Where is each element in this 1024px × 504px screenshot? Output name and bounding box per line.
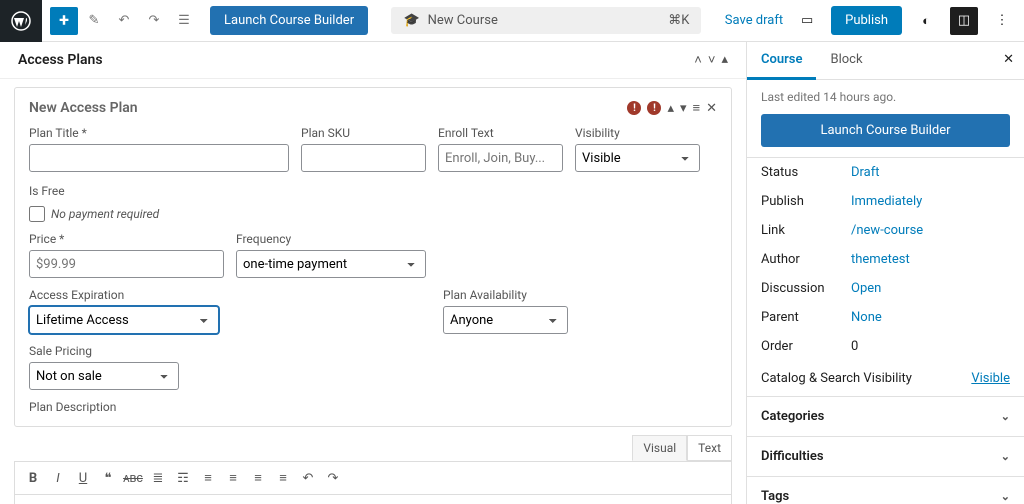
tab-course[interactable]: Course bbox=[747, 42, 816, 80]
close-sidebar-icon[interactable]: ✕ bbox=[993, 42, 1024, 79]
enroll-text-input[interactable] bbox=[438, 144, 563, 172]
chevron-down-icon: ⌄ bbox=[1001, 410, 1010, 423]
discussion-row[interactable]: DiscussionOpen bbox=[747, 274, 1024, 303]
publish-button[interactable]: Publish bbox=[831, 6, 902, 35]
save-draft-link[interactable]: Save draft bbox=[725, 13, 783, 28]
collapse-up-icon[interactable]: ▴ bbox=[721, 52, 728, 68]
topbar-right: Save draft ▭ Publish ◐ ◫ ⋮ bbox=[725, 6, 1016, 35]
underline-icon[interactable]: U bbox=[71, 466, 95, 490]
author-row[interactable]: Authorthemetest bbox=[747, 245, 1024, 274]
launch-course-builder-button[interactable]: Launch Course Builder bbox=[210, 6, 368, 35]
more-options-icon[interactable]: ⋮ bbox=[988, 7, 1016, 35]
section-title: Access Plans bbox=[18, 52, 103, 68]
rich-text-editor: B I U ❝ ᴀʙᴄ ≣ ☶ ≡ ≡ ≡ ≡ ↶ ↷ bbox=[14, 461, 732, 504]
center-title-bar: 🎓 New Course ⌘K bbox=[368, 7, 725, 34]
warning-icon: ! bbox=[627, 101, 641, 115]
chevron-up-icon[interactable]: ˄ bbox=[694, 52, 702, 68]
italic-icon[interactable]: I bbox=[46, 466, 70, 490]
course-title-box[interactable]: 🎓 New Course ⌘K bbox=[391, 7, 701, 34]
undo-icon[interactable]: ↶ bbox=[110, 7, 138, 35]
tab-text[interactable]: Text bbox=[687, 435, 732, 461]
panel-title: New Access Plan bbox=[29, 100, 138, 116]
no-payment-label: No payment required bbox=[51, 207, 159, 221]
chevron-down-icon: ⌄ bbox=[1001, 450, 1010, 463]
align-justify-icon[interactable]: ≡ bbox=[271, 466, 295, 490]
align-right-icon[interactable]: ≡ bbox=[246, 466, 270, 490]
last-edited: Last edited 14 hours ago. bbox=[761, 90, 1010, 104]
editor-toolbar: B I U ❝ ᴀʙᴄ ≣ ☶ ≡ ≡ ≡ ≡ ↶ ↷ bbox=[15, 462, 731, 495]
move-up-icon[interactable]: ▴ bbox=[667, 101, 674, 116]
is-free-label: Is Free bbox=[29, 184, 159, 198]
chevron-down-icon: ⌄ bbox=[1001, 490, 1010, 503]
plan-description-label: Plan Description bbox=[29, 400, 717, 414]
plan-sku-label: Plan SKU bbox=[301, 126, 426, 140]
menu-icon[interactable]: ≡ bbox=[693, 100, 701, 116]
redo-icon[interactable]: ↷ bbox=[321, 466, 345, 490]
plan-sku-input[interactable] bbox=[301, 144, 426, 172]
visibility-select[interactable]: Visible bbox=[575, 144, 700, 172]
undo-icon[interactable]: ↶ bbox=[296, 466, 320, 490]
align-center-icon[interactable]: ≡ bbox=[221, 466, 245, 490]
strikethrough-icon[interactable]: ᴀʙᴄ bbox=[121, 466, 145, 490]
is-free-checkbox[interactable] bbox=[29, 206, 45, 222]
bullet-list-icon[interactable]: ≣ bbox=[146, 466, 170, 490]
close-icon[interactable]: ✕ bbox=[706, 101, 717, 116]
warning-icon: ! bbox=[647, 101, 661, 115]
chevron-down-icon[interactable]: ˅ bbox=[708, 52, 716, 68]
plan-title-input[interactable] bbox=[29, 144, 289, 172]
access-plans-header: Access Plans ˄ ˅ ▴ bbox=[0, 42, 746, 79]
sidebar-toggle-icon[interactable]: ◫ bbox=[950, 7, 978, 35]
sidebar: Course Block ✕ Last edited 14 hours ago.… bbox=[746, 42, 1024, 504]
wordpress-logo[interactable] bbox=[0, 0, 42, 42]
plan-availability-select[interactable]: Anyone bbox=[443, 306, 568, 334]
plan-availability-label: Plan Availability bbox=[443, 288, 568, 302]
order-row[interactable]: Order0 bbox=[747, 332, 1024, 361]
course-name: New Course bbox=[428, 13, 498, 28]
visibility-label: Visibility bbox=[575, 126, 700, 140]
edit-icon[interactable]: ✎ bbox=[80, 7, 108, 35]
preview-icon[interactable]: ▭ bbox=[793, 7, 821, 35]
price-input[interactable] bbox=[29, 250, 224, 278]
globe-icon[interactable]: ◐ bbox=[912, 7, 940, 35]
quote-icon[interactable]: ❝ bbox=[96, 466, 120, 490]
catalog-visibility-row[interactable]: Catalog & Search VisibilityVisible bbox=[747, 361, 1024, 397]
number-list-icon[interactable]: ☶ bbox=[171, 466, 195, 490]
accordion-categories[interactable]: Categories⌄ bbox=[747, 397, 1024, 437]
description-textarea[interactable] bbox=[15, 495, 731, 504]
outline-icon[interactable]: ☰ bbox=[170, 7, 198, 35]
parent-row[interactable]: ParentNone bbox=[747, 303, 1024, 332]
sidebar-tabs: Course Block ✕ bbox=[747, 42, 1024, 80]
plan-title-label: Plan Title * bbox=[29, 126, 289, 140]
access-expiration-label: Access Expiration bbox=[29, 288, 219, 302]
accordion-tags[interactable]: Tags⌄ bbox=[747, 477, 1024, 504]
sale-pricing-select[interactable]: Not on sale bbox=[29, 362, 179, 390]
access-plan-panel: New Access Plan ! ! ▴ ▾ ≡ ✕ Plan Title *… bbox=[14, 87, 732, 427]
frequency-select[interactable]: one-time payment bbox=[236, 250, 426, 278]
enroll-text-label: Enroll Text bbox=[438, 126, 563, 140]
sale-pricing-label: Sale Pricing bbox=[29, 344, 179, 358]
status-row[interactable]: StatusDraft bbox=[747, 158, 1024, 187]
accordion-difficulties[interactable]: Difficulties⌄ bbox=[747, 437, 1024, 477]
price-label: Price * bbox=[29, 232, 224, 246]
tab-visual[interactable]: Visual bbox=[632, 435, 687, 461]
frequency-label: Frequency bbox=[236, 232, 426, 246]
redo-icon[interactable]: ↷ bbox=[140, 7, 168, 35]
editor-tabs: Visual Text bbox=[14, 435, 732, 461]
editor-area: Access Plans ˄ ˅ ▴ New Access Plan ! ! ▴… bbox=[0, 42, 746, 504]
tab-block[interactable]: Block bbox=[816, 42, 876, 79]
publish-row[interactable]: PublishImmediately bbox=[747, 187, 1024, 216]
add-block-button[interactable]: + bbox=[50, 7, 78, 35]
graduation-cap-icon: 🎓 bbox=[403, 13, 419, 28]
sidebar-top-section: Last edited 14 hours ago. Launch Course … bbox=[747, 80, 1024, 158]
align-left-icon[interactable]: ≡ bbox=[196, 466, 220, 490]
bold-icon[interactable]: B bbox=[21, 466, 45, 490]
topbar: + ✎ ↶ ↷ ☰ Launch Course Builder 🎓 New Cou… bbox=[0, 0, 1024, 42]
sidebar-launch-button[interactable]: Launch Course Builder bbox=[761, 114, 1010, 147]
shortcut-label: ⌘K bbox=[668, 13, 689, 28]
access-expiration-select[interactable]: Lifetime Access bbox=[29, 306, 219, 334]
link-row[interactable]: Link/new-course bbox=[747, 216, 1024, 245]
move-down-icon[interactable]: ▾ bbox=[680, 101, 687, 116]
